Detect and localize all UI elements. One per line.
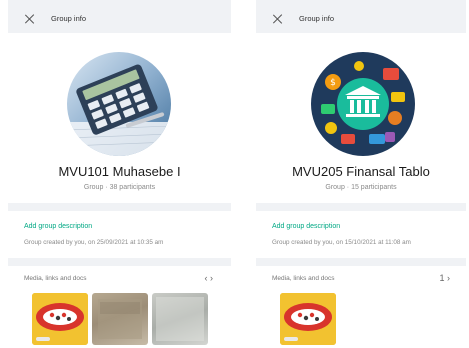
group-description-card: Add group description Group created by y… [256, 211, 466, 258]
logo-image-icon [280, 293, 336, 345]
group-created-text: Group created by you, on 15/10/2021 at 1… [272, 239, 411, 246]
header-title: Group info [299, 14, 335, 23]
group-profile-card: $ MVU205 Finansal Tablo Group · 15 parti… [256, 33, 466, 203]
media-thumbnail[interactable] [32, 293, 88, 345]
header-title: Group info [51, 14, 87, 23]
paper-photo-icon [156, 297, 204, 341]
media-thumbnail[interactable] [152, 293, 208, 345]
media-nav-arrows[interactable]: ‹ › [205, 273, 214, 283]
group-participants: Group · 38 participants [83, 184, 156, 191]
media-nav-arrows[interactable]: 1 › [439, 273, 450, 283]
group-avatar[interactable] [67, 52, 171, 156]
svg-text:$: $ [330, 78, 336, 88]
group-name: MVU205 Finansal Tablo [292, 164, 430, 179]
media-thumbnails [32, 293, 208, 345]
group-avatar[interactable]: $ [311, 52, 415, 156]
document-photo-icon [98, 299, 142, 339]
close-icon[interactable] [23, 12, 37, 26]
media-links-docs-label[interactable]: Media, links and docs [272, 275, 335, 282]
calculator-avatar-icon [67, 52, 171, 156]
panel-header: Group info [8, 5, 231, 32]
group-name: MVU101 Muhasebe I [58, 164, 181, 179]
media-thumbnail[interactable] [92, 293, 148, 345]
panel-header: Group info [256, 5, 466, 32]
media-thumbnails [280, 293, 336, 345]
bank-finance-avatar-icon: $ [311, 52, 415, 156]
group-info-panel-right: Group info $ MVU205 Finansal Tablo Group… [256, 0, 466, 348]
group-info-panel-left: Group info MVU101 Muhasebe I Group · 38 … [8, 0, 231, 348]
media-card: Media, links and docs ‹ › [8, 266, 231, 348]
group-created-text: Group created by you, on 25/09/2021 at 1… [24, 239, 164, 246]
media-card: Media, links and docs 1 › [256, 266, 466, 348]
add-group-description-link[interactable]: Add group description [272, 223, 340, 230]
media-links-docs-label[interactable]: Media, links and docs [24, 275, 87, 282]
logo-image-icon [32, 293, 88, 345]
group-description-card: Add group description Group created by y… [8, 211, 231, 258]
add-group-description-link[interactable]: Add group description [24, 223, 92, 230]
close-icon[interactable] [271, 12, 285, 26]
group-participants: Group · 15 participants [325, 184, 397, 191]
media-thumbnail[interactable] [280, 293, 336, 345]
group-profile-card: MVU101 Muhasebe I Group · 38 participant… [8, 33, 231, 203]
